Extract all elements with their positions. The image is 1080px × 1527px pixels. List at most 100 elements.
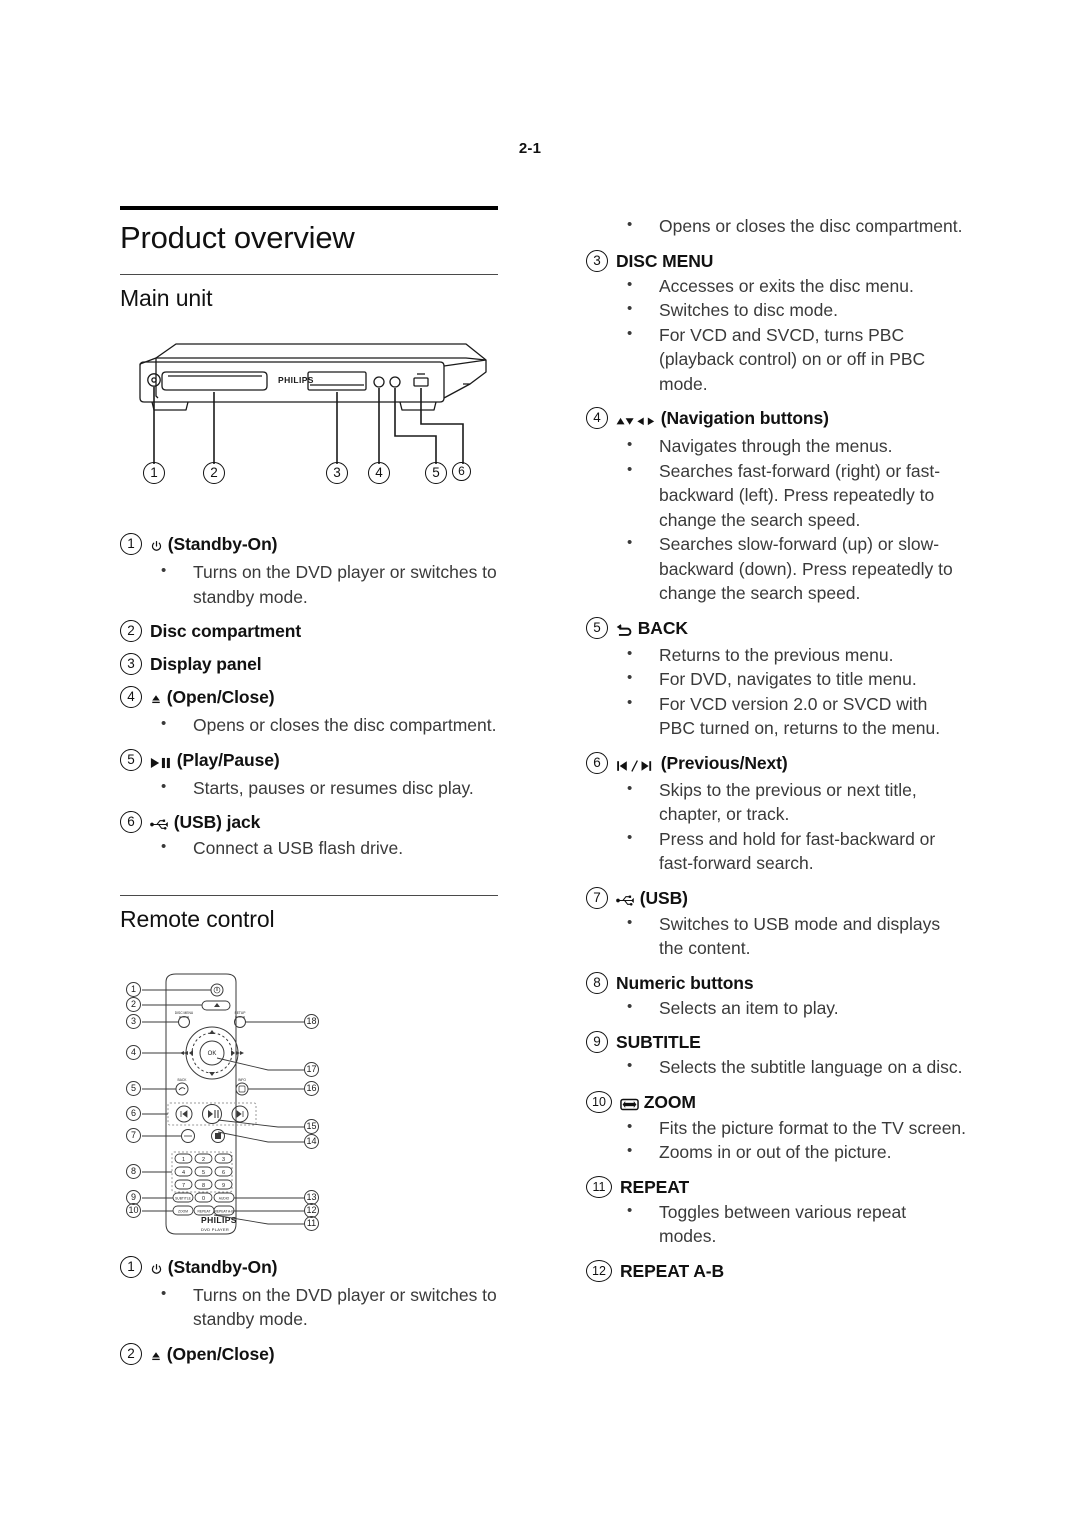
svg-text:8: 8 [202,1183,205,1189]
entry-label: (Previous/Next) [616,752,788,776]
remote-numeric-keypad: 1 2 3 4 5 6 7 8 9 0 [174,1153,233,1203]
bullet-item: Starts, pauses or resumes disc play. [120,775,498,801]
remote-section-rule [120,894,498,896]
bullet-item: Selects the subtitle language on a disc. [586,1054,968,1080]
bullet-item: Searches slow-forward (up) or slow-backw… [586,531,968,606]
entry-7: 7 (USB) Switches to USB mode and displays… [586,886,968,961]
svg-text:INFO: INFO [238,1078,246,1082]
callout-1: 1 [143,462,165,484]
remote-control-illustration: 1 2 3 4 5 6 7 8 9 0 SUBTITLE AUDIO ZOOM REPEAT [142,973,304,1235]
entry-4: 4 (Navigation buttons)Navigates through … [586,407,968,606]
bullet-item: Switches to USB mode and displays the co… [586,911,968,961]
main-unit-callouts: 1 2 3 4 5 6 [118,462,498,492]
entry-header: 11 REPEAT [586,1175,968,1198]
entry-label-text: (USB) [639,887,688,908]
svg-text:BACK: BACK [178,1078,188,1082]
entry-label: (Play/Pause) [150,749,280,774]
entry-header: 3 Display panel [120,653,498,675]
svg-text:5: 5 [202,1170,205,1176]
section-heading-main-unit: Main unit [120,285,213,311]
entry-number: 3 [120,653,142,675]
svg-text:REPEAT: REPEAT [198,1210,211,1214]
entry-label-text: (Open/Close) [166,1343,275,1364]
entry-label-text: BACK [637,617,688,638]
entry-bullet-list: Switches to USB mode and displays the co… [586,911,968,961]
svg-text:AUDIO: AUDIO [219,1197,230,1201]
entry-header: 5 (Play/Pause) [120,748,498,774]
eject-icon [150,1345,162,1367]
remote-callout-17: 17 [304,1062,319,1077]
bullet-item: For VCD and SVCD, turns PBC (playback co… [586,322,968,397]
svg-text:SETUP: SETUP [235,1011,247,1015]
remote-callout-16: 16 [304,1081,319,1096]
entry-bullet-list: Returns to the previous menu.For DVD, na… [586,642,968,741]
entry-number: 9 [586,1031,608,1053]
entry-6: 6 (USB) jackConnect a USB flash drive. [120,811,498,861]
entry-number: 4 [586,407,608,429]
entry-label: (Open/Close) [150,1343,275,1368]
eject-icon [150,688,162,710]
remote-brand-label: PHILIPS [201,1215,237,1225]
title-rule-bottom [120,274,498,275]
entry-label-text: ZOOM [643,1091,696,1112]
entry-label: REPEAT [620,1176,690,1197]
svg-text:1: 1 [182,1157,185,1163]
bullet-item: For VCD version 2.0 or SVCD with PBC tur… [586,691,968,741]
entry-header: 3 DISC MENU [586,249,968,272]
entry-header: 5 BACK [586,616,968,641]
page-title: Product overview [120,220,355,255]
entry-10: 10 ZOOMFits the picture format to the TV… [586,1090,968,1165]
bullet-item: Selects an item to play. [586,995,968,1021]
entry-2: 2 Disc compartment [120,620,498,642]
entry-bullet-list: Selects the subtitle language on a disc. [586,1054,968,1080]
remote-callout-3: 3 [126,1014,141,1029]
entry-bullet-list: Turns on the DVD player or switches to s… [120,1282,498,1332]
bullet-item: Navigates through the menus. [586,433,968,459]
callout-2: 2 [203,462,225,484]
entry-label-text: (Play/Pause) [176,749,280,770]
remote-callout-5: 5 [126,1081,141,1096]
entry-6: 6 (Previous/Next)Skips to the previous o… [586,751,968,876]
entry-bullet-list: Opens or closes the disc compartment. [120,712,498,738]
bullet-item: Fits the picture format to the TV screen… [586,1115,968,1141]
callout-3: 3 [326,462,348,484]
entry-number: 4 [120,686,142,708]
entry-bullet-list: Turns on the DVD player or switches to s… [120,559,498,609]
entry-9: 9 SUBTITLESelects the subtitle language o… [586,1031,968,1080]
usb-icon [616,888,635,910]
entry-header: 2 Disc compartment [120,620,498,642]
entry-header: 8 Numeric buttons [586,971,968,994]
entry-bullet-list: Accesses or exits the disc menu.Switches… [586,273,968,397]
section-heading-remote-control: Remote control [120,905,275,932]
main-unit-brand-label: PHILIPS [278,375,314,385]
entry-number: 2 [120,620,142,642]
entry-bullet-list: Navigates through the menus.Searches fas… [586,433,968,606]
bullet-item: Turns on the DVD player or switches to s… [120,559,498,609]
svg-text:4: 4 [182,1170,185,1176]
entry-label: ZOOM [620,1091,696,1114]
bullet-item: Searches fast-forward (right) or fast-ba… [586,458,968,533]
entry-header: 9 SUBTITLE [586,1031,968,1053]
entry-bullet-list: Toggles between various repeat modes. [586,1199,968,1249]
entry-11: 11 REPEATToggles between various repeat m… [586,1175,968,1249]
bullet-item: Zooms in or out of the picture. [586,1139,968,1165]
svg-text:REPEAT A-B: REPEAT A-B [214,1210,234,1214]
entry-number: 6 [120,811,142,833]
entry-bullet-list: Fits the picture format to the TV screen… [586,1115,968,1165]
remote-callout-10: 10 [126,1203,141,1218]
remote-entry-list-right: 3 DISC MENUAccesses or exits the disc men… [586,249,968,1282]
entry-number: 2 [120,1342,142,1365]
entry-label: (Standby-On) [150,533,277,558]
svg-text:7: 7 [182,1183,185,1189]
continuation-bullet-list: Opens or closes the disc compartment. [586,213,968,239]
entry-number: 5 [120,748,142,771]
bullet-item: Switches to disc mode. [586,297,968,323]
bullet-item: Turns on the DVD player or switches to s… [120,1282,498,1332]
entry-number: 7 [586,886,608,909]
entry-header: 6 (Previous/Next) [586,751,968,776]
right-column: Opens or closes the disc compartment. 3D… [586,212,968,1284]
bullet-item: Connect a USB flash drive. [120,835,498,861]
bullet-item: For DVD, navigates to title menu. [586,666,968,692]
entry-label-text: (Open/Close) [166,687,275,707]
entry-number: 3 [586,249,608,272]
